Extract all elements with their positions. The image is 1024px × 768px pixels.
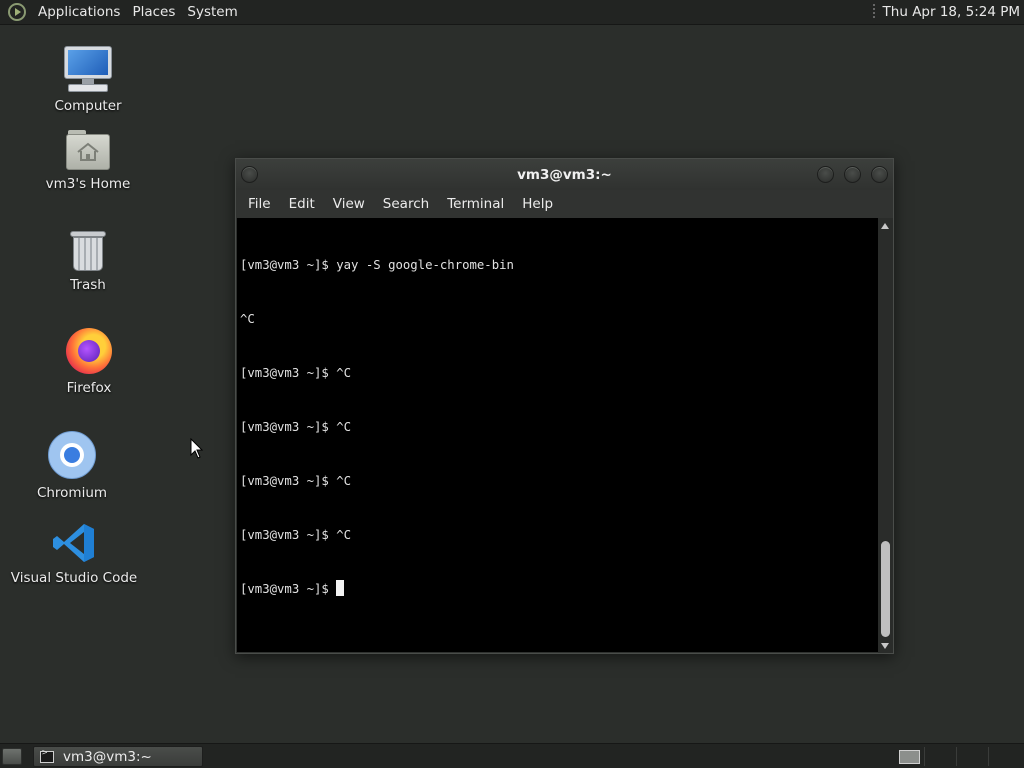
firefox-icon [66,328,112,374]
desktop-icon-computer[interactable]: Computer [28,46,148,114]
desktop-icon-label: Trash [70,277,106,293]
terminal-title: vm3@vm3:~ [517,166,612,183]
scrollbar-thumb[interactable] [881,541,890,637]
menu-help[interactable]: Help [513,196,562,212]
workspace-2[interactable] [926,747,957,766]
desktop-icon-label: vm3's Home [45,176,131,192]
desktop-icon-firefox[interactable]: Firefox [29,328,149,396]
menu-view[interactable]: View [324,196,374,212]
scroll-down-arrow-icon[interactable] [881,643,889,649]
desktop-icon-label: Computer [54,98,122,114]
desktop-icon-trash[interactable]: Trash [28,229,148,293]
system-menu[interactable]: System [181,4,243,20]
menu-terminal[interactable]: Terminal [438,196,513,212]
scroll-up-arrow-icon[interactable] [881,223,889,229]
text-cursor [336,580,345,596]
places-menu[interactable]: Places [126,4,181,20]
window-menu-button[interactable] [241,166,258,183]
panel-separator-handle [872,4,875,20]
applications-menu[interactable]: Applications [32,4,126,20]
home-folder-icon [66,130,110,170]
workspace-1[interactable] [894,747,925,766]
desktop-icon-label: Firefox [66,380,112,396]
terminal-line: [vm3@vm3 ~]$ yay -S google-chrome-bin [240,258,514,272]
mouse-pointer-icon [190,438,204,459]
vscode-icon [53,524,94,562]
distro-logo-icon[interactable] [8,3,26,21]
desktop-icon-label: Visual Studio Code [10,570,138,586]
prompt-text: [vm3@vm3 ~]$ [240,582,337,596]
terminal-line: [vm3@vm3 ~]$ ^C [240,366,352,380]
chromium-icon [48,431,96,479]
close-button[interactable] [871,166,888,183]
terminal-scrollbar[interactable] [878,218,893,653]
desktop-icon-chromium[interactable]: Chromium [12,431,132,501]
top-panel: Applications Places System Thu Apr 18, 5… [0,0,1024,25]
desktop-icon-vscode[interactable]: Visual Studio Code [10,522,138,586]
terminal-output[interactable]: [vm3@vm3 ~]$ yay -S google-chrome-bin ^C… [237,218,878,652]
workspace-3[interactable] [958,747,989,766]
terminal-titlebar[interactable]: vm3@vm3:~ [236,159,893,190]
minimize-button[interactable] [817,166,834,183]
maximize-button[interactable] [844,166,861,183]
workspace-4[interactable] [990,747,1021,766]
taskbar-window-label: vm3@vm3:~ [63,748,152,765]
terminal-line: [vm3@vm3 ~]$ ^C [240,420,352,434]
computer-icon [64,46,112,92]
terminal-prompt-line[interactable]: [vm3@vm3 ~]$ [240,580,878,598]
terminal-line: [vm3@vm3 ~]$ ^C [240,528,352,542]
desktop-icon-home[interactable]: vm3's Home [28,130,148,192]
bottom-panel: vm3@vm3:~ [0,743,1024,768]
show-desktop-icon[interactable] [2,748,22,765]
terminal-line: [vm3@vm3 ~]$ ^C [240,474,352,488]
terminal-line: ^C [240,312,255,326]
menu-edit[interactable]: Edit [280,196,324,212]
trash-icon [70,229,106,271]
terminal-icon [40,748,54,763]
desktop-icon-label: Chromium [36,485,108,501]
menu-search[interactable]: Search [374,196,438,212]
taskbar-window-button[interactable]: vm3@vm3:~ [33,746,203,767]
terminal-window[interactable]: vm3@vm3:~ File Edit View Search Terminal… [235,158,894,654]
menu-file[interactable]: File [239,196,280,212]
clock[interactable]: Thu Apr 18, 5:24 PM [883,4,1020,20]
terminal-menubar: File Edit View Search Terminal Help [236,190,893,218]
